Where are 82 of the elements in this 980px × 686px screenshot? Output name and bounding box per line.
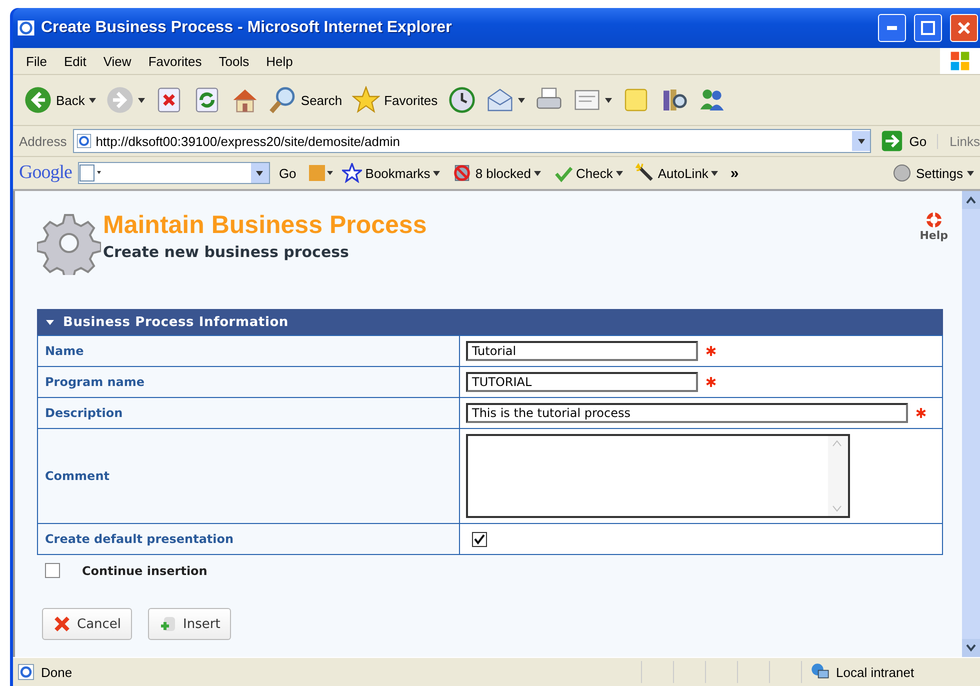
checkbox-label: Continue insertion (82, 564, 208, 578)
blocked-icon (452, 163, 472, 183)
back-button[interactable]: Back (21, 84, 99, 116)
caret-icon (433, 170, 440, 176)
windows-logo (940, 48, 980, 74)
links-label[interactable]: Links (936, 134, 980, 148)
menu-item[interactable]: File (19, 52, 54, 70)
triangle-icon (45, 317, 55, 327)
field-label: Program name (45, 375, 145, 389)
forward-icon (106, 86, 134, 114)
caret-icon (711, 170, 718, 176)
text-field[interactable]: Tutorial (466, 341, 698, 361)
blocked-button[interactable]: 8 blocked (449, 163, 544, 183)
browser-icon (17, 19, 35, 37)
bookmarks-button[interactable]: Bookmarks (339, 163, 444, 183)
page-title: Maintain Business Process (103, 211, 427, 240)
menu-item[interactable]: Edit (56, 52, 94, 70)
caret-icon (138, 98, 145, 102)
google-logo: Google (19, 162, 72, 184)
caret-icon (518, 98, 525, 102)
menu-item[interactable]: Help (259, 52, 300, 70)
menu-item[interactable]: Tools (212, 52, 256, 70)
go-button[interactable]: Go (877, 130, 931, 152)
cross-icon (53, 615, 71, 633)
menu-item[interactable]: View (96, 52, 138, 70)
text-field[interactable]: This is the tutorial process (466, 403, 908, 423)
dropdown-button[interactable] (852, 131, 870, 151)
field-label: Description (45, 406, 123, 420)
caret-icon (616, 170, 623, 176)
status-text: Done (41, 664, 72, 680)
more-button[interactable]: » (727, 164, 742, 182)
address-label: Address (19, 134, 67, 148)
bookmarks-icon (342, 163, 362, 183)
gear-icon (37, 211, 101, 275)
search-icon (268, 86, 297, 114)
checkbox[interactable] (45, 563, 60, 578)
caret-icon (88, 98, 96, 102)
page-icon (76, 133, 92, 149)
caret-icon (534, 170, 541, 176)
check-button[interactable]: Check (550, 163, 626, 183)
field-label: Name (45, 344, 84, 358)
menu-item[interactable]: Favorites (141, 52, 209, 70)
caret-icon (858, 138, 865, 144)
comment-field[interactable] (466, 434, 850, 518)
autolink-button[interactable]: AutoLink (632, 163, 722, 183)
minimize-icon (887, 26, 897, 30)
caret-icon (967, 170, 974, 176)
help-icon (924, 211, 943, 229)
autolink-icon (634, 163, 655, 183)
cancel-button[interactable]: Cancel (42, 608, 132, 640)
search-button[interactable]: Search (266, 84, 346, 116)
section-header[interactable]: Business Process Information (37, 309, 943, 335)
minimize-button[interactable] (878, 14, 906, 42)
maximize-icon (921, 21, 935, 35)
settings-button[interactable]: Settings (886, 162, 980, 184)
maximize-button[interactable] (914, 14, 942, 42)
text-field[interactable]: TUTORIAL (466, 372, 698, 392)
field-label: Create default presentation (45, 532, 234, 546)
close-icon (957, 21, 971, 35)
favorites-button[interactable]: Favorites (349, 84, 441, 116)
back-icon (24, 86, 52, 114)
checkbox[interactable] (472, 532, 487, 546)
go-button[interactable]: Go (276, 166, 300, 180)
page-subtitle: Create new business process (103, 243, 350, 261)
zone-label: Local intranet (836, 664, 914, 680)
plus-icon (159, 615, 178, 633)
caret-icon (256, 170, 264, 176)
history-icon (448, 86, 476, 114)
page-icon (17, 663, 35, 681)
close-button[interactable] (950, 14, 978, 42)
checkmark-icon (474, 534, 485, 544)
address-field[interactable]: http://dksoft00:39100/express20/site/demosite/admin (72, 129, 872, 153)
window-title: Create Business Process - Microsoft Internet Explorer (41, 19, 453, 37)
help-button[interactable]: Help (920, 211, 948, 242)
search-field[interactable] (78, 162, 270, 184)
scrollbar[interactable] (962, 191, 980, 657)
field-label: Comment (45, 469, 110, 483)
mail-icon (486, 86, 514, 114)
caret-icon (604, 98, 612, 102)
insert-button[interactable]: Insert (148, 608, 232, 640)
favorites-icon (352, 86, 380, 114)
circle-icon (892, 163, 912, 183)
